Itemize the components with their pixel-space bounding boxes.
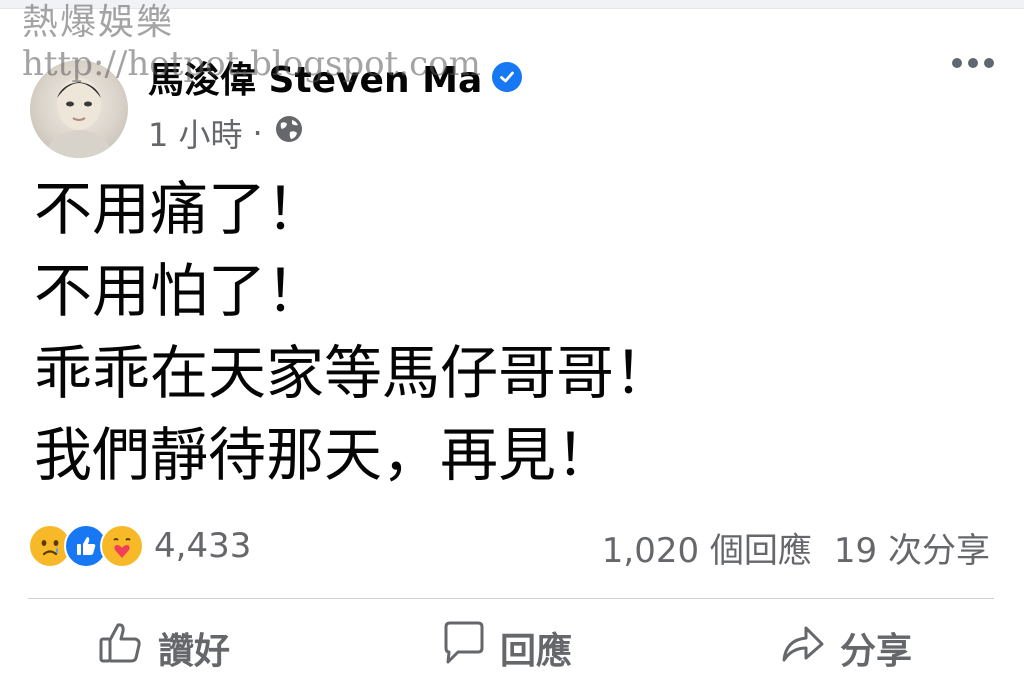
action-bar: 讚好 回應 分享 bbox=[0, 620, 1024, 680]
post-line: 不用痛了！ bbox=[34, 175, 325, 243]
watermark-title: 熱爆娛樂 bbox=[22, 2, 175, 43]
post-line: 我們靜待那天，再見！ bbox=[34, 421, 615, 489]
watermark-url: http://hotpot.blogspot.com bbox=[22, 44, 481, 85]
thumbs-up-icon bbox=[98, 620, 144, 675]
like-button[interactable]: 讚好 bbox=[98, 620, 230, 675]
shares-count-link[interactable]: 19 次分享 bbox=[834, 523, 990, 572]
more-options-button[interactable] bbox=[952, 58, 994, 68]
dot-icon bbox=[984, 58, 994, 68]
post-timestamp[interactable]: 1 小時 bbox=[148, 110, 243, 156]
engagement-stats: 1,020 個回應 19 次分享 bbox=[602, 523, 990, 572]
post-body: 不用痛了！ 不用怕了！ 乖乖在天家等馬仔哥哥！ 我們靜待那天，再見！ bbox=[34, 168, 672, 496]
reactions-summary[interactable]: 4,433 bbox=[28, 524, 251, 568]
like-label: 讚好 bbox=[158, 630, 231, 672]
comment-button[interactable]: 回應 bbox=[440, 620, 572, 675]
dot-icon bbox=[968, 58, 978, 68]
care-emoji-icon bbox=[100, 524, 144, 568]
post-meta: 1 小時 · bbox=[148, 110, 305, 156]
post-line: 不用怕了！ bbox=[34, 257, 325, 325]
meta-separator: · bbox=[252, 114, 263, 152]
comment-label: 回應 bbox=[500, 630, 573, 672]
divider bbox=[28, 598, 994, 599]
share-arrow-icon bbox=[780, 620, 826, 675]
share-button[interactable]: 分享 bbox=[780, 620, 912, 675]
dot-icon bbox=[952, 58, 962, 68]
comments-count-link[interactable]: 1,020 個回應 bbox=[602, 523, 812, 572]
reaction-count: 4,433 bbox=[154, 526, 252, 566]
post-line: 乖乖在天家等馬仔哥哥！ bbox=[34, 339, 673, 407]
verified-badge-icon bbox=[492, 62, 523, 92]
globe-icon bbox=[273, 113, 305, 153]
share-label: 分享 bbox=[840, 630, 913, 672]
comment-icon bbox=[440, 620, 486, 675]
watermark: 熱爆娛樂 http://hotpot.blogspot.com bbox=[22, 2, 481, 84]
